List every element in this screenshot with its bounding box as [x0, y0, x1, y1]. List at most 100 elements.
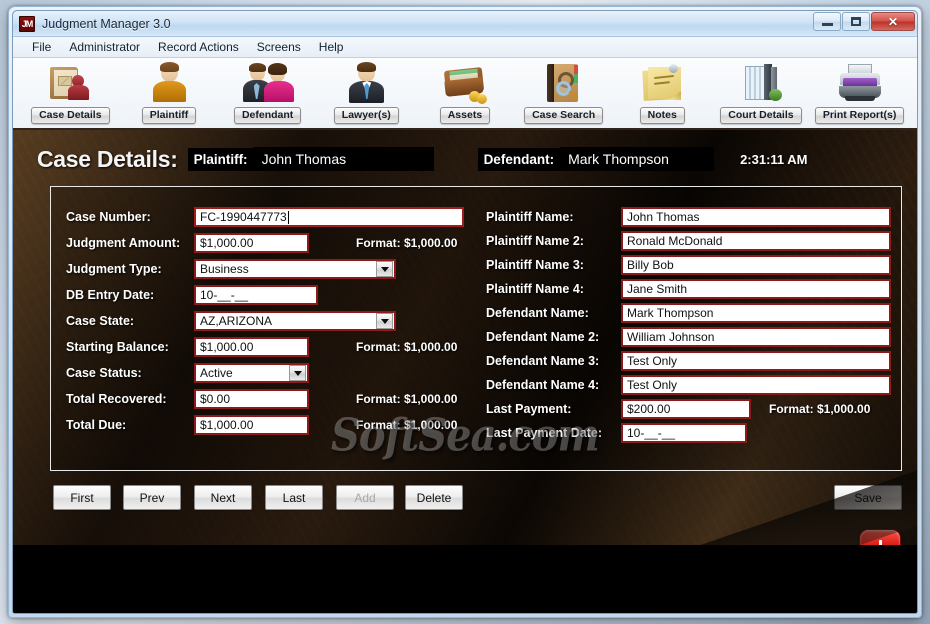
businessman-icon: [340, 61, 392, 105]
form-row: Plaintiff Name 4: Jane Smith: [51, 279, 891, 299]
field-value: Test Only: [627, 354, 678, 368]
header-defendant-label: Defendant:: [477, 147, 561, 171]
menu-bar: File Administrator Record Actions Screens He…: [13, 37, 917, 58]
input-defendant-name-4[interactable]: Test Only: [621, 375, 891, 395]
field-label-defendant-name: Defendant Name:: [486, 306, 589, 320]
form-row: Defendant Name 4: Test Only: [51, 375, 891, 395]
close-icon: ✕: [887, 14, 899, 29]
app-content-area: Case Details: Plaintiff: John Thomas Def…: [13, 130, 917, 585]
input-plaintiff-name[interactable]: John Thomas: [621, 207, 891, 227]
toolbar-button-defendant[interactable]: Defendant: [220, 61, 316, 124]
input-defendant-name[interactable]: Mark Thompson: [621, 303, 891, 323]
input-defendant-name-2[interactable]: William Johnson: [621, 327, 891, 347]
toolbar-button-notes[interactable]: Notes: [614, 61, 710, 124]
book-magnifier-icon: [538, 61, 590, 105]
toolbar-label: Defendant: [233, 107, 302, 124]
title-bar: JM Judgment Manager 3.0 ✕: [13, 11, 917, 37]
menu-item-administrator[interactable]: Administrator: [60, 38, 149, 56]
add-button: Add: [336, 485, 394, 510]
maximize-icon: [851, 17, 861, 26]
page-title: Case Details:: [37, 145, 178, 172]
menu-item-file[interactable]: File: [23, 38, 60, 56]
case-details-panel: Case Number: FC-1990447773 Judgment Amount…: [50, 186, 902, 471]
toolbar-label: Plaintiff: [141, 107, 197, 124]
prev-button[interactable]: Prev: [123, 485, 181, 510]
toolbar-button-plaintiff[interactable]: Plaintiff: [121, 61, 217, 124]
toolbar-label: Court Details: [720, 107, 802, 124]
record-navigation-bar: First Prev Next Last Add Delete Save: [53, 485, 903, 511]
form-row: Last Payment: $200.00 Format: $1,000.00: [51, 399, 891, 419]
input-defendant-name-3[interactable]: Test Only: [621, 351, 891, 371]
field-value: Jane Smith: [627, 282, 688, 296]
header-plaintiff-label: Plaintiff:: [187, 147, 254, 171]
wallet-coins-icon: [439, 61, 491, 105]
delete-button[interactable]: Delete: [405, 485, 463, 510]
field-value: William Johnson: [627, 330, 715, 344]
desktop-background: JM Judgment Manager 3.0 ✕ File Administra…: [0, 0, 930, 624]
menu-item-screens[interactable]: Screens: [248, 38, 310, 56]
minimize-button[interactable]: [813, 12, 841, 31]
field-label-defendant-name-2: Defendant Name 2:: [486, 330, 600, 344]
input-plaintiff-name-4[interactable]: Jane Smith: [621, 279, 891, 299]
field-label-plaintiff-name: Plaintiff Name:: [486, 210, 574, 224]
toolbar-button-court-details[interactable]: Court Details: [713, 61, 809, 124]
window-title: Judgment Manager 3.0: [42, 16, 171, 31]
case-header: Case Details: Plaintiff: John Thomas Def…: [37, 140, 893, 178]
toolbar-button-print-report-s-[interactable]: Print Report(s): [812, 61, 908, 124]
field-value: John Thomas: [627, 210, 700, 224]
field-value: Billy Bob: [627, 258, 674, 272]
field-label-plaintiff-name-4: Plaintiff Name 4:: [486, 282, 584, 296]
toolbar-button-assets[interactable]: Assets: [417, 61, 513, 124]
application-window: JM Judgment Manager 3.0 ✕ File Administra…: [8, 6, 922, 618]
field-value: Ronald McDonald: [627, 234, 723, 248]
next-button[interactable]: Next: [194, 485, 252, 510]
input-last-payment-date[interactable]: 10-__-__: [621, 423, 747, 443]
save-button[interactable]: Save: [834, 485, 902, 510]
sticky-notes-icon: [636, 61, 688, 105]
minimize-icon: [821, 22, 833, 26]
couple-icon: [242, 61, 294, 105]
input-plaintiff-name-3[interactable]: Billy Bob: [621, 255, 891, 275]
last-button[interactable]: Last: [265, 485, 323, 510]
form-row: Plaintiff Name 2: Ronald McDonald: [51, 231, 891, 251]
form-row: Plaintiff Name 3: Billy Bob: [51, 255, 891, 275]
form-row: Defendant Name 3: Test Only: [51, 351, 891, 371]
header-plaintiff-value: John Thomas: [253, 147, 434, 171]
header-defendant-value: Mark Thompson: [560, 147, 715, 171]
field-label-plaintiff-name-2: Plaintiff Name 2:: [486, 234, 584, 248]
menu-item-help[interactable]: Help: [310, 38, 353, 56]
field-label-last-payment-date: Last Payment Date:: [486, 426, 603, 440]
toolbar-button-lawyer-s-[interactable]: Lawyer(s): [318, 61, 414, 124]
app-icon: JM: [19, 15, 35, 32]
field-value: Mark Thompson: [627, 306, 714, 320]
toolbar-label: Case Search: [524, 107, 604, 124]
printer-icon: [834, 61, 886, 105]
field-value: $200.00: [627, 402, 671, 416]
field-label-plaintiff-name-3: Plaintiff Name 3:: [486, 258, 584, 272]
form-row: Defendant Name 2: William Johnson: [51, 327, 891, 347]
format-hint: Format: $1,000.00: [769, 402, 871, 416]
maximize-button[interactable]: [842, 12, 870, 31]
bottom-status-strip: [13, 545, 917, 613]
toolbar-label: Print Report(s): [814, 107, 905, 124]
toolbar-label: Lawyer(s): [333, 107, 399, 124]
first-button[interactable]: First: [53, 485, 111, 510]
toolbar-button-case-details[interactable]: Case Details: [22, 61, 118, 124]
toolbar-label: Notes: [639, 107, 685, 124]
field-value: Test Only: [627, 378, 678, 392]
toolbar-label: Case Details: [31, 107, 110, 124]
form-row: Defendant Name: Mark Thompson: [51, 303, 891, 323]
field-label-defendant-name-4: Defendant Name 4:: [486, 378, 600, 392]
toolbar-label: Assets: [439, 107, 491, 124]
menu-item-record-actions[interactable]: Record Actions: [149, 38, 248, 56]
form-row: Last Payment Date: 10-__-__: [51, 423, 891, 443]
toolbar-button-case-search[interactable]: Case Search: [516, 61, 612, 124]
form-row: Plaintiff Name: John Thomas: [51, 207, 891, 227]
field-label-defendant-name-3: Defendant Name 3:: [486, 354, 600, 368]
field-value: 10-__-__: [627, 426, 676, 440]
close-button[interactable]: ✕: [871, 12, 915, 31]
input-plaintiff-name-2[interactable]: Ronald McDonald: [621, 231, 891, 251]
input-last-payment[interactable]: $200.00: [621, 399, 751, 419]
case-folder-person-icon: [44, 61, 96, 105]
books-icon: [735, 61, 787, 105]
